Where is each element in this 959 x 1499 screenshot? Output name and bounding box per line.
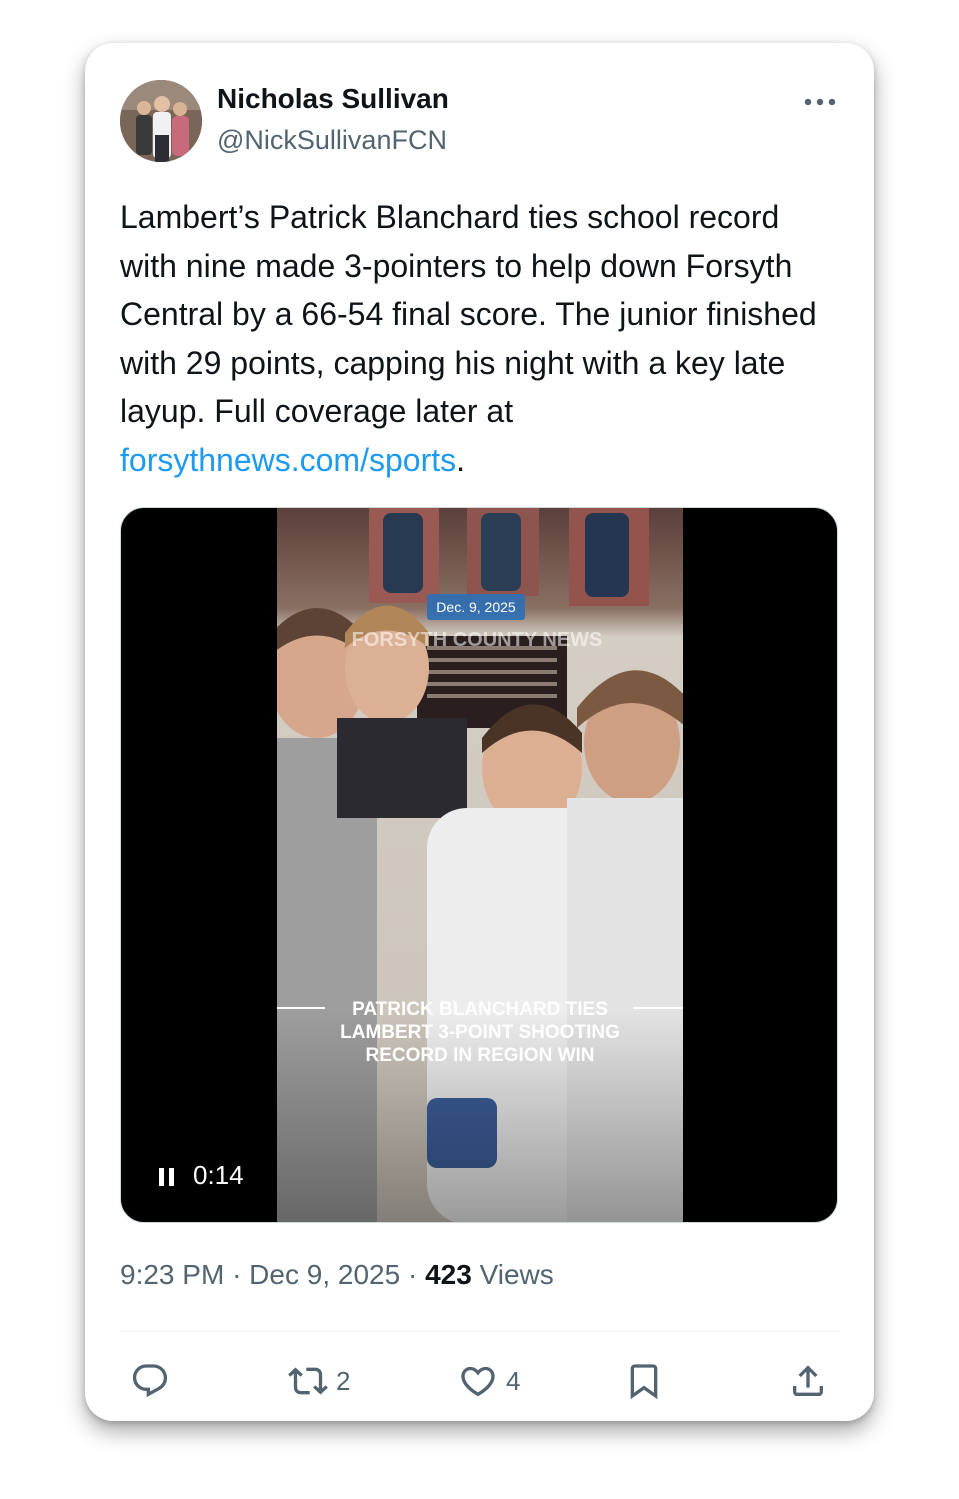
bookmark-button[interactable] [624,1361,664,1401]
video-caption-line-3: RECORD IN REGION WIN [365,1045,594,1066]
reply-icon [132,1364,168,1398]
share-button[interactable] [788,1361,828,1401]
views-count: 423 [425,1259,472,1290]
author-handle[interactable]: @NickSullivanFCN [217,125,447,156]
video-caption-line-1: PATRICK BLANCHARD TIES [352,999,608,1020]
retweet-button[interactable]: 2 [288,1361,350,1401]
meta-separator: · [232,1259,242,1290]
reply-button[interactable] [130,1361,178,1401]
more-options-button[interactable] [800,88,840,116]
video-frame: Dec. 9, 2025 FORSYTH COUNTY NEWS PATRICK… [277,508,683,1222]
like-button[interactable]: 4 [458,1361,520,1401]
tweet-date[interactable]: Dec 9, 2025 [249,1259,400,1290]
divider [120,1331,840,1332]
more-horizontal-icon [804,98,836,106]
retweet-icon [288,1367,328,1395]
tweet-time[interactable]: 9:23 PM [120,1259,224,1290]
pause-button[interactable] [157,1166,177,1188]
author-display-name[interactable]: Nicholas Sullivan [217,83,449,115]
video-watermark: FORSYTH COUNTY NEWS [352,629,603,651]
video-elapsed-time: 0:14 [193,1160,244,1190]
tweet-text: Lambert’s Patrick Blanchard ties school … [120,193,845,484]
retweet-count: 2 [336,1365,351,1396]
video-player[interactable]: Dec. 9, 2025 FORSYTH COUNTY NEWS PATRICK… [120,507,838,1223]
video-caption-line-2: LAMBERT 3-POINT SHOOTING [340,1022,620,1043]
like-count: 4 [506,1365,521,1396]
views-label: Views [479,1259,554,1290]
tweet-text-body: Lambert’s Patrick Blanchard ties school … [120,199,817,429]
meta-separator-2: · [407,1259,418,1290]
tweet-text-end: . [456,441,465,478]
pause-icon [159,1168,174,1186]
share-icon [793,1365,823,1396]
tweet-card: Nicholas Sullivan @NickSullivanFCN Lambe… [85,43,874,1421]
video-date-badge: Dec. 9, 2025 [436,599,516,615]
tweet-meta: 9:23 PM · Dec 9, 2025 · 423 Views [120,1259,554,1291]
bookmark-icon [630,1364,658,1400]
avatar[interactable] [120,80,202,162]
heart-icon [461,1366,495,1397]
coverage-link[interactable]: forsythnews.com/sports [120,442,456,478]
